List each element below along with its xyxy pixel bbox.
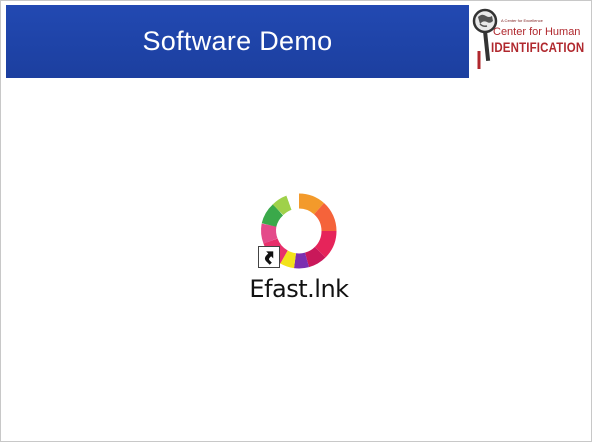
slide: Software Demo A Center for Excellence Ce…: [0, 0, 592, 442]
center-for-human-identification-logo: A Center for Excellence Center for Human…: [471, 7, 592, 69]
logo-line-1: Center for Human: [493, 26, 581, 38]
title-bar: Software Demo: [6, 5, 469, 78]
efast-shortcut[interactable]: Efast.lnk: [239, 189, 359, 309]
logo-line-2: IDENTIFICATION: [491, 39, 585, 55]
shortcut-arrow-icon: [258, 246, 280, 268]
slide-title: Software Demo: [142, 26, 333, 56]
logo-tagline: A Center for Excellence: [501, 18, 543, 23]
magnifier-globe-icon: [472, 8, 498, 69]
shortcut-label[interactable]: Efast.lnk: [239, 275, 359, 303]
